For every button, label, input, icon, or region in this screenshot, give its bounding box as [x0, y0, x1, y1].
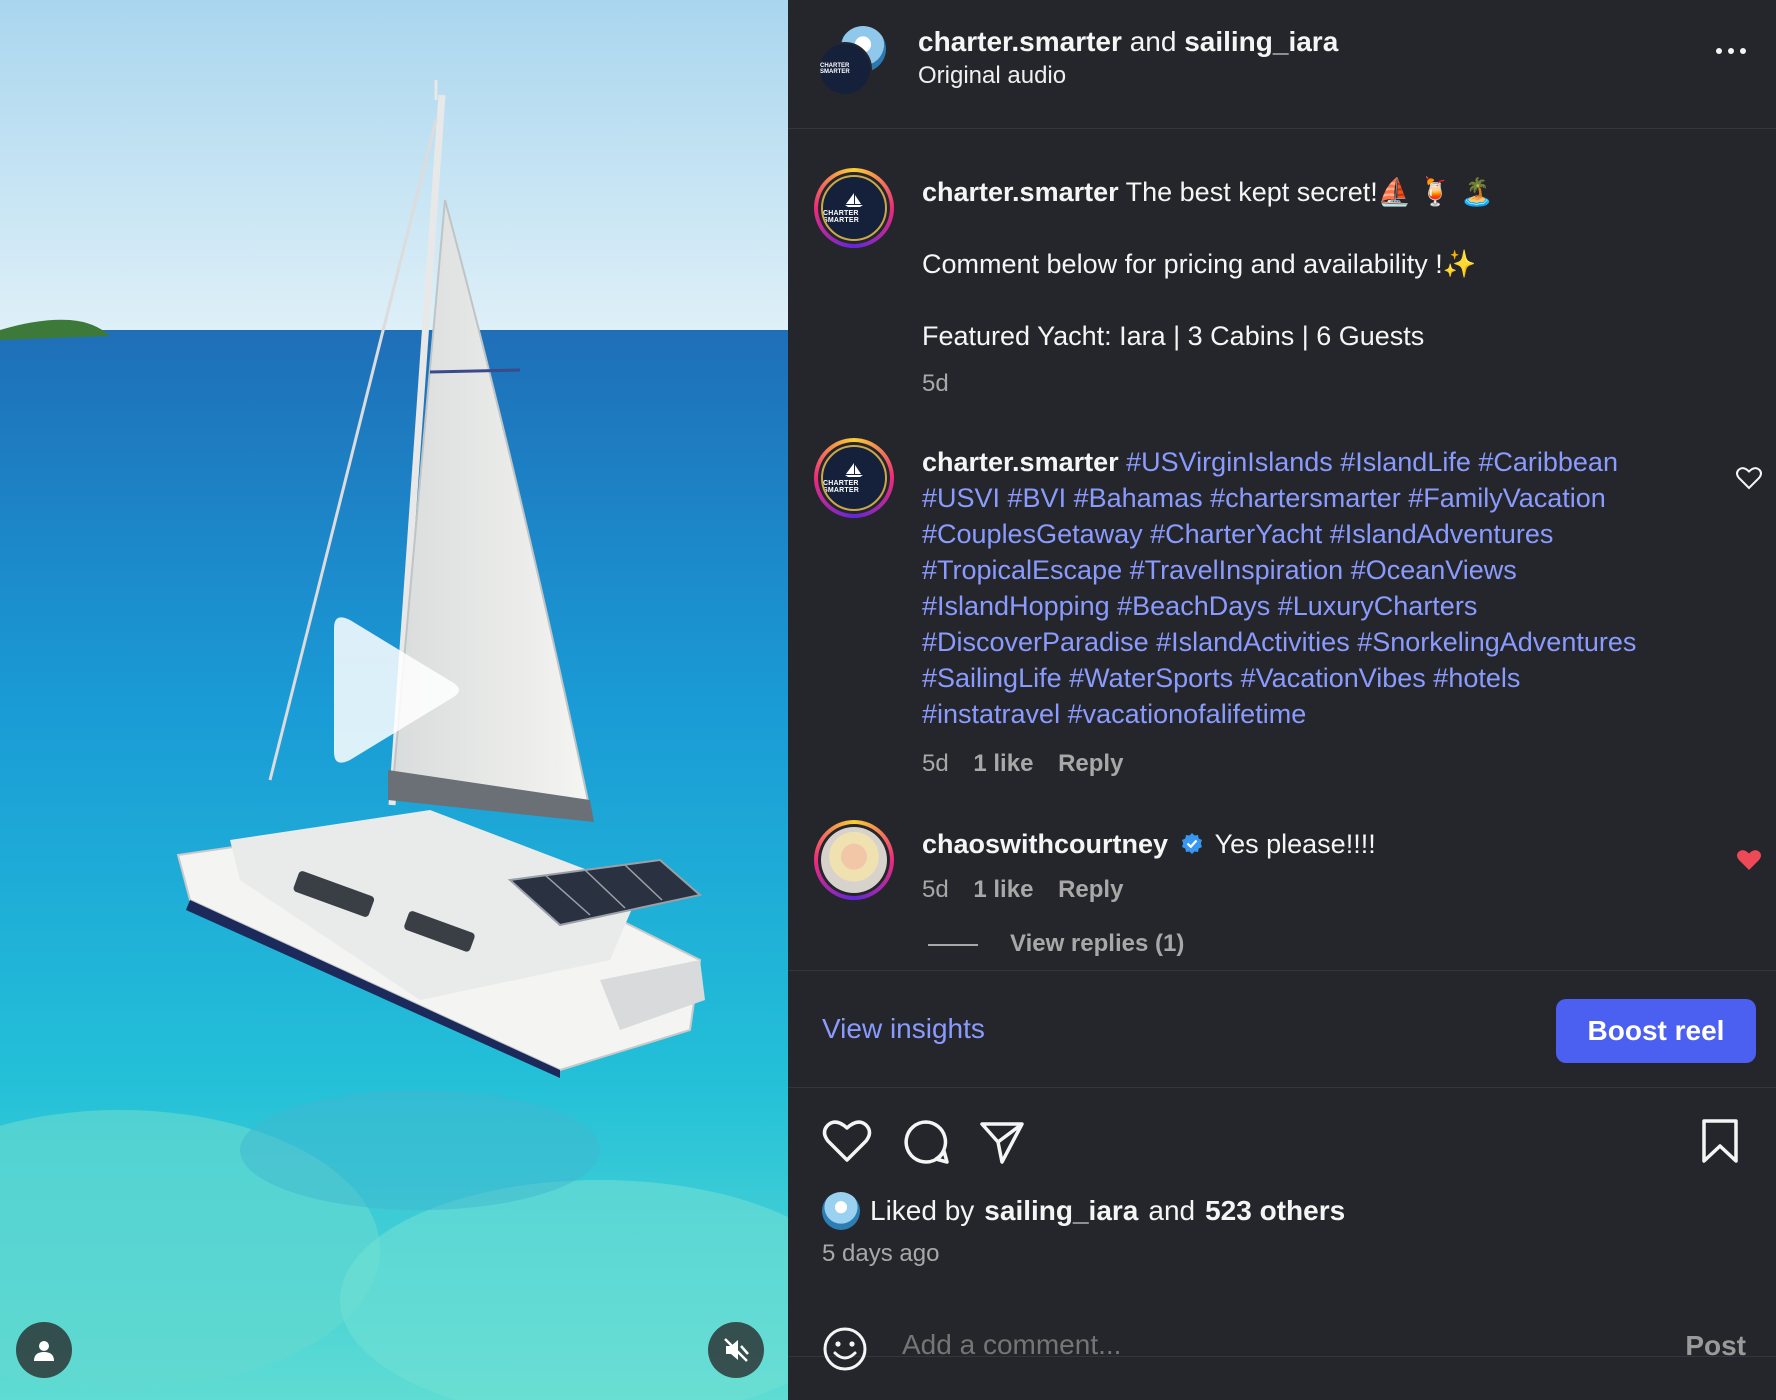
- charter-smarter-logo: CHARTER SMARTER: [821, 445, 887, 511]
- view-replies-link[interactable]: View replies (1): [1010, 930, 1184, 958]
- post-authors: charter.smarter and sailing_iara: [918, 24, 1338, 60]
- comment-avatar-chaoswithcourtney[interactable]: [814, 820, 894, 900]
- caption-time: 5d: [922, 370, 967, 398]
- sailboat-logo-icon: [845, 193, 863, 207]
- muted-speaker-icon: [724, 1338, 749, 1362]
- like-comment-heart-icon[interactable]: [1736, 466, 1762, 490]
- reply-comment: chaoswithcourtney Yes please!!!!: [922, 826, 1376, 862]
- comment-avatar-charter-smarter[interactable]: CHARTER SMARTER: [814, 438, 894, 518]
- sailboat-logo-icon: [845, 463, 863, 477]
- save-bookmark-icon[interactable]: [1700, 1118, 1740, 1164]
- authors-and: and: [1129, 26, 1177, 57]
- user-photo: [821, 827, 887, 893]
- author-link-1[interactable]: charter.smarter: [918, 26, 1122, 57]
- liked-heart-icon[interactable]: [1736, 848, 1762, 872]
- boost-reel-button[interactable]: Boost reel: [1556, 999, 1756, 1063]
- view-insights-link[interactable]: View insights: [822, 1013, 985, 1045]
- caption-line-2: Comment below for pricing and availabili…: [922, 249, 1477, 279]
- comment-username[interactable]: chaoswithcourtney: [922, 829, 1168, 859]
- caption-username[interactable]: charter.smarter: [922, 177, 1119, 207]
- post-date[interactable]: 5 days ago: [822, 1240, 939, 1268]
- like-heart-icon[interactable]: [822, 1118, 872, 1164]
- add-comment-bar: Post: [788, 1296, 1776, 1400]
- liker-avatar: [822, 1192, 860, 1230]
- more-options-icon[interactable]: [1716, 48, 1746, 54]
- hashtag-line[interactable]: #USVI #BVI #Bahamas #chartersmarter #Fam…: [922, 480, 1722, 516]
- comments-list[interactable]: CHARTER SMARTER charter.smarter The best…: [788, 128, 1776, 970]
- caption-line-1: The best kept secret!⛵ 🍹 🏝️: [1125, 177, 1494, 207]
- reply-button[interactable]: Reply: [1058, 876, 1123, 903]
- liker-username[interactable]: sailing_iara: [984, 1195, 1138, 1227]
- charter-smarter-logo: CHARTER SMARTER: [821, 175, 887, 241]
- comment-input[interactable]: [900, 1328, 1604, 1362]
- collab-avatars[interactable]: CHARTER SMARTER: [818, 26, 888, 96]
- insights-bar: View insights Boost reel: [788, 970, 1776, 1088]
- comment-bubble-icon[interactable]: [902, 1118, 950, 1166]
- reply-comment-meta: 5d 1 like Reply: [922, 876, 1141, 904]
- reply-button[interactable]: Reply: [1058, 750, 1123, 777]
- audio-link[interactable]: Original audio: [918, 62, 1066, 90]
- logo-text: CHARTER SMARTER: [820, 63, 850, 75]
- hashtag-line[interactable]: #DiscoverParadise #IslandActivities #Sno…: [922, 624, 1722, 660]
- replies-divider: [928, 944, 978, 946]
- post-panel: CHARTER SMARTER charter.smarter and sail…: [788, 0, 1776, 1400]
- emoji-icon[interactable]: [822, 1326, 868, 1372]
- hashtag-comment: charter.smarter #USVirginIslands #Island…: [922, 444, 1722, 732]
- likes-count-link[interactable]: 523 others: [1205, 1195, 1345, 1227]
- caption-timestamp[interactable]: 5d: [922, 370, 949, 397]
- post-comment-button[interactable]: Post: [1685, 1330, 1746, 1362]
- hashtag-line[interactable]: #USVirginIslands #IslandLife #Caribbean: [1126, 447, 1618, 477]
- liked-by-and: and: [1148, 1195, 1196, 1226]
- logo-text: CHARTER SMARTER: [823, 210, 860, 224]
- hashtag-line[interactable]: #instatravel #vacationofalifetime: [922, 696, 1722, 732]
- comment-likes[interactable]: 1 like: [973, 876, 1033, 903]
- author-link-2[interactable]: sailing_iara: [1184, 26, 1338, 57]
- hashtag-line[interactable]: #TropicalEscape #TravelInspiration #Ocea…: [922, 552, 1722, 588]
- comment-text: Yes please!!!!: [1214, 829, 1376, 859]
- tagged-users-button[interactable]: [16, 1322, 72, 1378]
- reel-video[interactable]: [0, 0, 788, 1400]
- catamaran-scene: [0, 0, 788, 1400]
- hashtag-comment-meta: 5d 1 like Reply: [922, 750, 1141, 778]
- share-send-icon[interactable]: [978, 1118, 1026, 1166]
- caption-line-3: Featured Yacht: Iara | 3 Cabins | 6 Gues…: [922, 321, 1425, 351]
- caption-text: charter.smarter The best kept secret!⛵ 🍹…: [922, 174, 1722, 210]
- hashtag-line[interactable]: #IslandHopping #BeachDays #LuxuryCharter…: [922, 588, 1722, 624]
- verified-badge-icon: [1181, 833, 1202, 854]
- comment-username[interactable]: charter.smarter: [922, 447, 1119, 477]
- comment-timestamp[interactable]: 5d: [922, 750, 949, 777]
- comment-timestamp[interactable]: 5d: [922, 876, 949, 903]
- hashtag-line[interactable]: #SailingLife #WaterSports #VacationVibes…: [922, 660, 1722, 696]
- liked-by-line: Liked by sailing_iara and 523 others: [822, 1192, 1345, 1230]
- avatar-charter-smarter: CHARTER SMARTER: [818, 42, 872, 96]
- logo-text: CHARTER SMARTER: [823, 480, 860, 494]
- liked-by-prefix: Liked by: [870, 1195, 975, 1226]
- comment-likes[interactable]: 1 like: [973, 750, 1033, 777]
- user-icon: [34, 1341, 54, 1361]
- mute-button[interactable]: [708, 1322, 764, 1378]
- post-header: CHARTER SMARTER charter.smarter and sail…: [788, 0, 1776, 129]
- hashtag-line[interactable]: #CouplesGetaway #CharterYacht #IslandAdv…: [922, 516, 1722, 552]
- caption-avatar[interactable]: CHARTER SMARTER: [814, 168, 894, 248]
